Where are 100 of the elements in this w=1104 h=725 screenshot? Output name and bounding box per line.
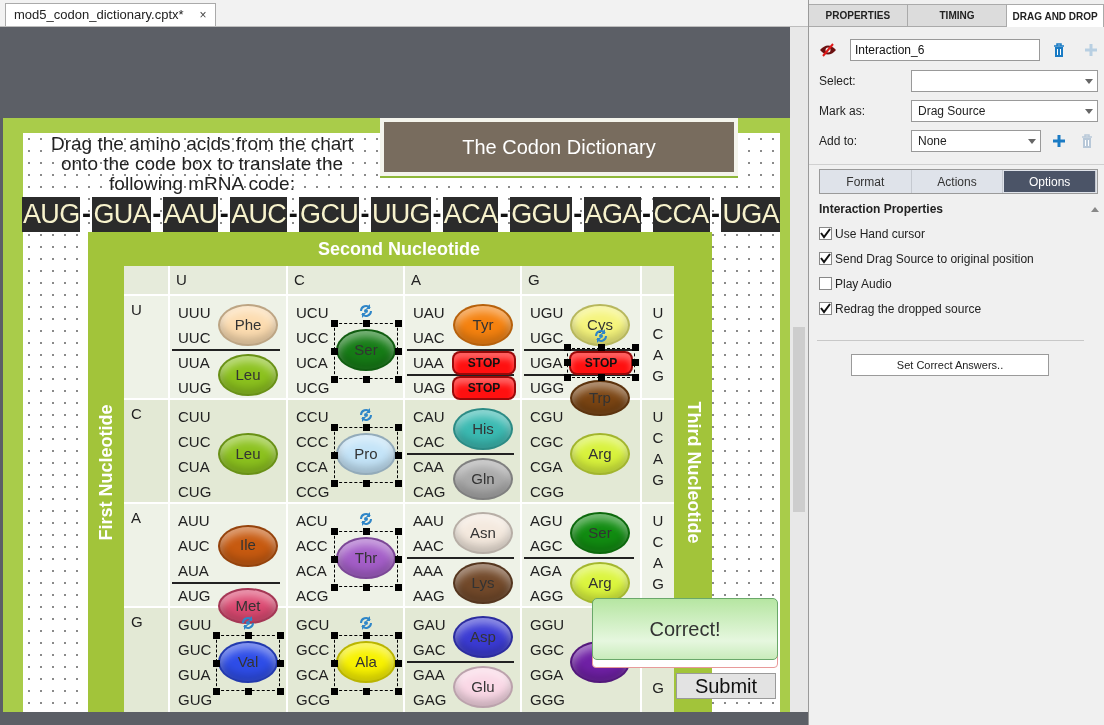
resize-handle[interactable] — [394, 347, 402, 355]
subtab[interactable]: Format — [820, 170, 912, 193]
resize-handle[interactable] — [244, 687, 252, 695]
name-field[interactable]: Interaction_6 — [850, 39, 1040, 61]
dropdown[interactable]: None — [911, 130, 1041, 152]
codon-tile[interactable]: AUC — [230, 197, 288, 232]
panel-tab[interactable]: DRAG AND DROP — [1007, 5, 1104, 27]
resize-handle[interactable] — [362, 687, 370, 695]
amino-acid-token[interactable]: Glu — [453, 666, 513, 708]
amino-acid-token[interactable]: Gln — [453, 458, 513, 500]
codon-text: GUC — [178, 640, 212, 660]
resize-handle[interactable] — [330, 687, 338, 695]
resize-handle[interactable] — [330, 659, 338, 667]
resize-handle[interactable] — [394, 687, 402, 695]
resize-handle[interactable] — [362, 527, 370, 535]
codon-tile[interactable]: CCA — [652, 197, 710, 232]
codon-tile[interactable]: GUA — [92, 197, 151, 232]
resize-handle[interactable] — [330, 583, 338, 591]
amino-acid-token[interactable]: His — [453, 408, 513, 450]
vertical-scrollbar[interactable] — [790, 27, 808, 712]
amino-acid-token[interactable]: Tyr — [453, 304, 513, 346]
codon-text: GAU — [413, 615, 446, 635]
resize-handle[interactable] — [212, 631, 220, 639]
resize-handle[interactable] — [330, 451, 338, 459]
resize-handle[interactable] — [362, 479, 370, 487]
close-tab-button[interactable]: × — [199, 6, 207, 24]
resize-handle[interactable] — [394, 583, 402, 591]
codon-text: AGU — [530, 511, 563, 531]
dropdown[interactable]: Drag Source — [911, 100, 1098, 122]
resize-handle[interactable] — [276, 659, 284, 667]
amino-acid-token[interactable]: Cys — [570, 304, 630, 346]
codon-tile[interactable]: AGA — [583, 197, 641, 232]
stop-token[interactable]: STOP — [569, 350, 633, 375]
resize-handle[interactable] — [394, 451, 402, 459]
resize-handle[interactable] — [362, 423, 370, 431]
resize-handle[interactable] — [362, 583, 370, 591]
resize-handle[interactable] — [330, 375, 338, 383]
resize-handle[interactable] — [394, 631, 402, 639]
resize-handle[interactable] — [362, 319, 370, 327]
resize-handle[interactable] — [394, 319, 402, 327]
codon-text: UCC — [296, 328, 329, 348]
resize-handle[interactable] — [276, 687, 284, 695]
resize-handle[interactable] — [212, 659, 220, 667]
resize-handle[interactable] — [394, 423, 402, 431]
set-correct-answers-button[interactable]: Set Correct Answers.. — [851, 354, 1049, 376]
codon-tile[interactable]: GCU — [299, 197, 360, 232]
resize-handle[interactable] — [394, 659, 402, 667]
codon-tile[interactable]: AAU — [162, 197, 219, 232]
subtab[interactable]: Actions — [911, 170, 1004, 193]
codon-text: CCC — [296, 432, 329, 452]
resize-handle[interactable] — [330, 479, 338, 487]
resize-handle[interactable] — [244, 631, 252, 639]
codon-text: AUU — [178, 511, 210, 531]
amino-acid-token[interactable]: Pro — [336, 433, 396, 475]
subtab[interactable]: Options — [1004, 171, 1096, 192]
resize-handle[interactable] — [394, 527, 402, 535]
resize-handle[interactable] — [597, 374, 605, 381]
resize-handle[interactable] — [276, 631, 284, 639]
resize-handle[interactable] — [330, 319, 338, 327]
amino-acid-token[interactable]: Asn — [453, 512, 513, 554]
stop-token[interactable]: STOP — [452, 350, 516, 375]
resize-handle[interactable] — [597, 344, 605, 351]
checkbox-label: Play Audio — [835, 275, 892, 293]
checkbox[interactable] — [819, 227, 832, 240]
checkbox[interactable] — [819, 277, 832, 290]
resize-handle[interactable] — [212, 687, 220, 695]
amino-acid-token[interactable]: Arg — [570, 562, 630, 604]
codon-tile[interactable]: AUG — [22, 197, 81, 232]
checkbox[interactable] — [819, 252, 832, 265]
resize-handle[interactable] — [330, 555, 338, 563]
resize-handle[interactable] — [394, 555, 402, 563]
resize-handle[interactable] — [330, 423, 338, 431]
codon-text: CAG — [413, 482, 446, 502]
amino-acid-token[interactable]: Leu — [218, 354, 278, 396]
codon-tile[interactable]: ACA — [442, 197, 499, 232]
codon-tile[interactable]: UGA — [721, 197, 780, 232]
checkbox[interactable] — [819, 302, 832, 315]
amino-acid-token[interactable]: Arg — [570, 433, 630, 475]
resize-handle[interactable] — [394, 479, 402, 487]
amino-acid-token[interactable]: Leu — [218, 433, 278, 475]
amino-acid-token[interactable]: Phe — [218, 304, 278, 346]
dropdown[interactable] — [911, 70, 1098, 92]
resize-handle[interactable] — [330, 347, 338, 355]
first-nucleotide-label: First Nucleotide — [94, 404, 117, 540]
document-tab[interactable]: mod5_codon_dictionary.cptx* × — [5, 3, 216, 26]
resize-handle[interactable] — [394, 375, 402, 383]
rotate-handle-icon — [358, 407, 374, 423]
panel-tab[interactable]: TIMING — [907, 5, 1008, 27]
codon-tile[interactable]: UUG — [370, 197, 431, 232]
column-header: A — [405, 266, 520, 294]
resize-handle[interactable] — [330, 631, 338, 639]
resize-handle[interactable] — [362, 375, 370, 383]
amino-acid-token[interactable]: Ala — [336, 641, 396, 683]
codon-tile[interactable]: GGU — [510, 197, 572, 232]
submit-button[interactable]: Submit — [676, 673, 776, 699]
resize-handle[interactable] — [330, 527, 338, 535]
scrollbar-thumb[interactable] — [793, 327, 805, 512]
stop-token[interactable]: STOP — [452, 375, 516, 400]
panel-tab[interactable]: PROPERTIES — [809, 5, 908, 27]
resize-handle[interactable] — [362, 631, 370, 639]
